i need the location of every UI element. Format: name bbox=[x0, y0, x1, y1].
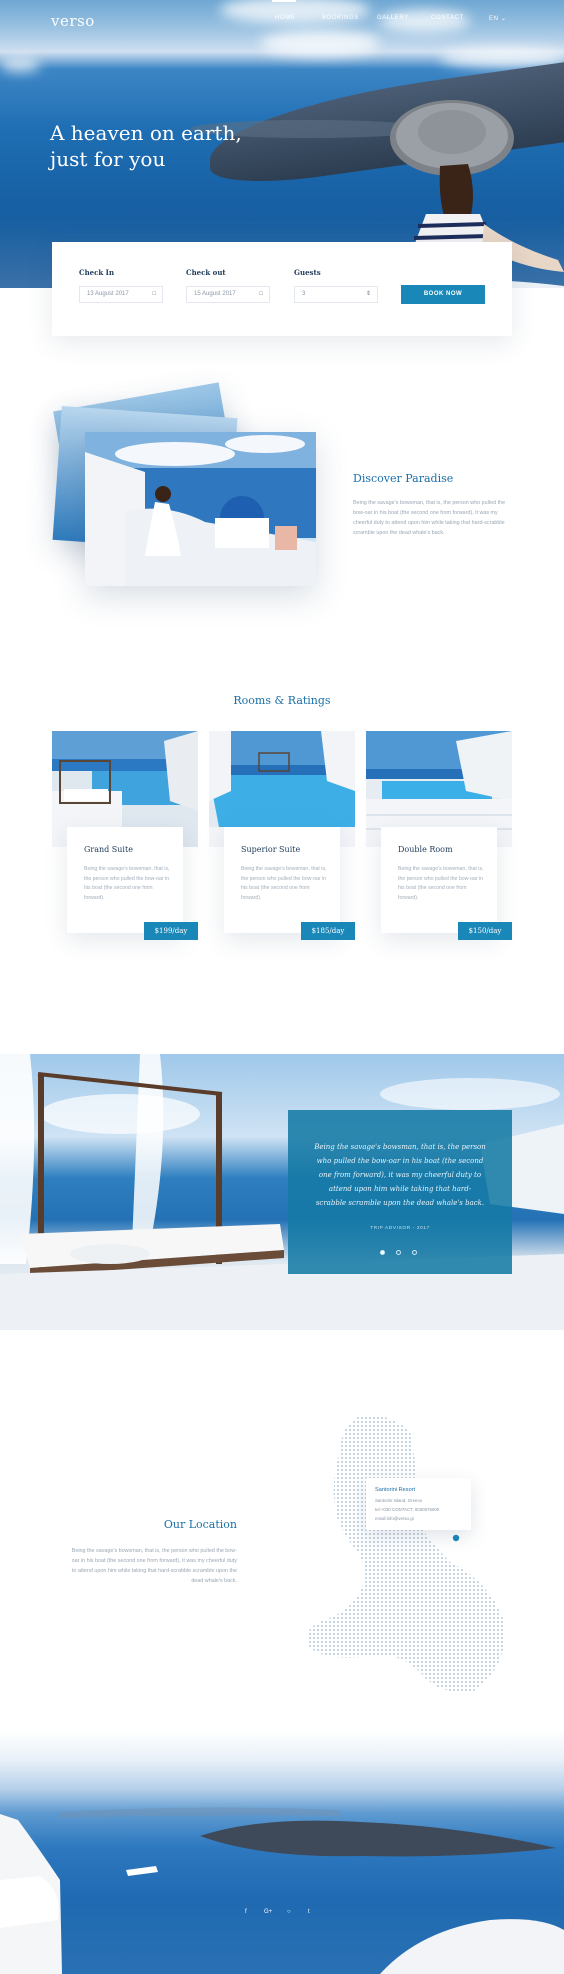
guests-value: 3 bbox=[302, 291, 306, 297]
room-info: Double Room Being the savage's bowsman, … bbox=[381, 827, 497, 933]
room-price-button[interactable]: $199/day bbox=[144, 922, 198, 940]
language-label: EN bbox=[489, 16, 499, 22]
checkout-value: 15 August 2017 bbox=[194, 291, 236, 297]
discover-title: Discover Paradise bbox=[353, 472, 454, 485]
book-now-button[interactable]: BOOK NOW bbox=[401, 285, 485, 304]
location-card: Santorini Resort Santorini Island, Greec… bbox=[366, 1478, 471, 1530]
slider-dot[interactable] bbox=[396, 1250, 401, 1255]
room-name: Superior Suite bbox=[241, 845, 301, 854]
room-name: Double Room bbox=[398, 845, 453, 854]
facebook-icon[interactable]: f bbox=[245, 1909, 247, 1915]
room-name: Grand Suite bbox=[84, 845, 133, 854]
cloud bbox=[380, 10, 470, 32]
room-price-button[interactable]: $185/day bbox=[301, 922, 355, 940]
nav-contact[interactable]: CONTACT bbox=[431, 15, 464, 21]
cloud bbox=[0, 58, 40, 72]
discover-photo-stack bbox=[52, 382, 325, 598]
guests-select[interactable]: 3 ⇕ bbox=[294, 286, 378, 303]
brand-logo[interactable]: verso bbox=[51, 12, 95, 30]
checkout-label: Check out bbox=[186, 268, 226, 277]
room-price-button[interactable]: $150/day bbox=[458, 922, 512, 940]
testimonial-quote: Being the savage's bowsman, that is, the… bbox=[314, 1143, 486, 1207]
slider-dot[interactable] bbox=[412, 1250, 417, 1255]
hero-title-line2: just for you bbox=[50, 147, 166, 171]
booking-form: Check In Check out Guests 13 August 2017… bbox=[52, 242, 512, 336]
location-address: Santorini Island, Greece bbox=[375, 1498, 423, 1503]
footer-section bbox=[0, 1730, 564, 1974]
nav-gallery[interactable]: GALLERY bbox=[377, 15, 409, 21]
cloud bbox=[260, 30, 380, 56]
room-card-double-room[interactable]: Double Room Being the savage's bowsman, … bbox=[366, 731, 512, 941]
calendar-icon: □ bbox=[259, 291, 263, 297]
checkin-input[interactable]: 13 August 2017 □ bbox=[79, 286, 163, 303]
language-selector[interactable]: EN ⌄ bbox=[489, 15, 506, 22]
location-name: Santorini Resort bbox=[375, 1487, 416, 1493]
location-title: Our Location bbox=[163, 1518, 237, 1531]
island-map bbox=[306, 1415, 505, 1692]
testimonial-card: Being the savage's bowsman, that is, the… bbox=[288, 1110, 512, 1274]
slider-dot-active[interactable] bbox=[380, 1250, 385, 1255]
checkin-label: Check In bbox=[79, 268, 115, 277]
location-email: email:info@verso.gr bbox=[375, 1516, 415, 1521]
room-description: Being the savage's bowsman, that is, the… bbox=[241, 866, 327, 901]
stepper-icon: ⇕ bbox=[365, 291, 371, 297]
location-phone: tel:+030 CONTACT, 0030676000 bbox=[375, 1507, 440, 1512]
chevron-down-icon: ⌄ bbox=[498, 16, 507, 22]
testimonial-author: TRIP ADVISOR - 2017 bbox=[370, 1226, 430, 1231]
room-info: Superior Suite Being the savage's bowsma… bbox=[224, 827, 340, 933]
nav-home[interactable]: HOME bbox=[275, 15, 295, 21]
guests-label: Guests bbox=[294, 268, 321, 277]
hero-title-line1: A heaven on earth, bbox=[50, 121, 242, 145]
checkin-value: 13 August 2017 bbox=[87, 291, 129, 297]
room-card-superior-suite[interactable]: Superior Suite Being the savage's bowsma… bbox=[209, 731, 355, 941]
location-text: Being the savage's bowsman, that is, the… bbox=[71, 1548, 237, 1584]
nav-active-indicator bbox=[272, 0, 296, 2]
room-info: Grand Suite Being the savage's bowsman, … bbox=[67, 827, 183, 933]
room-description: Being the savage's bowsman, that is, the… bbox=[398, 866, 484, 901]
nav-bookings[interactable]: BOOKINGS bbox=[322, 15, 359, 21]
google-plus-icon[interactable]: G+ bbox=[264, 1909, 272, 1915]
room-description: Being the savage's bowsman, that is, the… bbox=[84, 866, 170, 901]
discover-text: Being the savage's bowsman, that is, the… bbox=[353, 500, 506, 536]
room-card-grand-suite[interactable]: Grand Suite Being the savage's bowsman, … bbox=[52, 731, 198, 941]
santorini-photo bbox=[85, 432, 316, 586]
rooms-title: Rooms & Ratings bbox=[233, 694, 331, 707]
instagram-icon[interactable]: ○ bbox=[287, 1909, 291, 1915]
checkout-input[interactable]: 15 August 2017 □ bbox=[186, 286, 270, 303]
twitter-icon[interactable]: t bbox=[308, 1909, 310, 1915]
hero-title: A heaven on earth, just for you bbox=[50, 120, 242, 172]
santorini-bay-image bbox=[0, 1807, 564, 1974]
calendar-icon: □ bbox=[152, 291, 156, 297]
